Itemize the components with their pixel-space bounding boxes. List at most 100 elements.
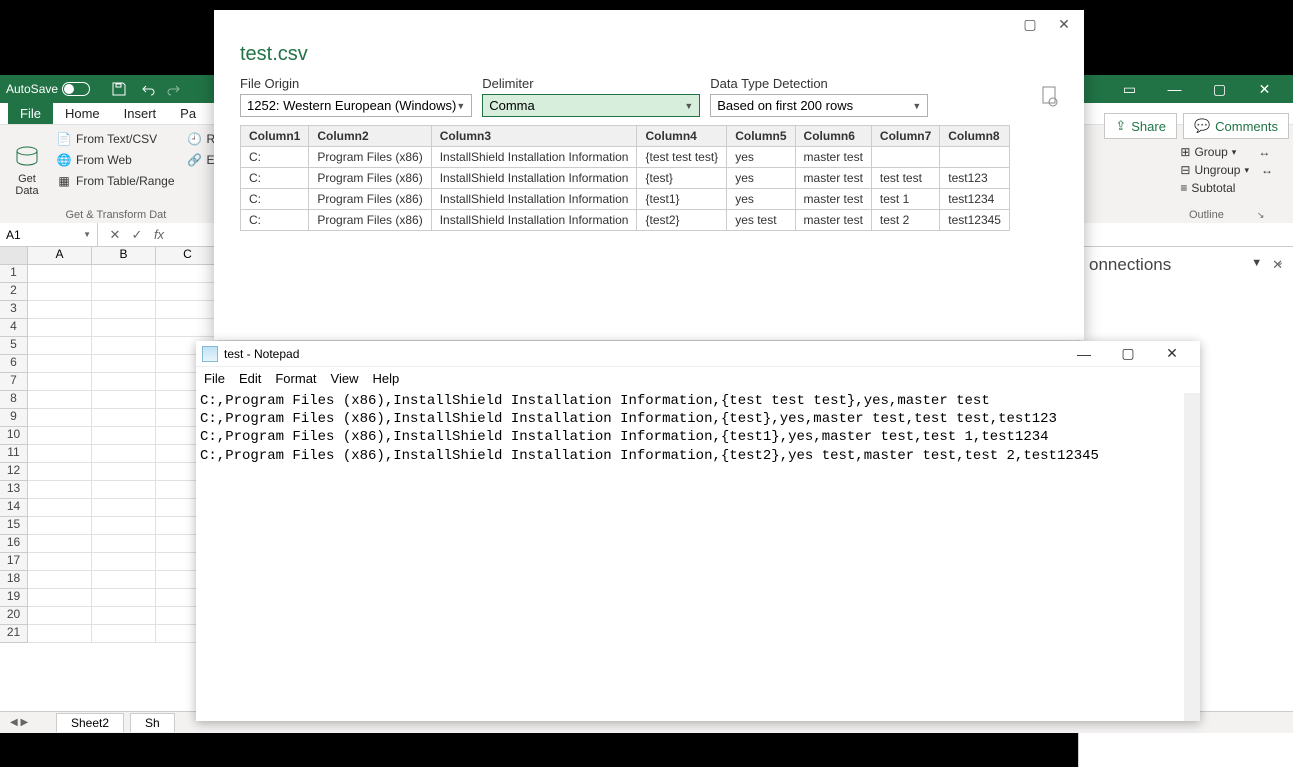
row-header[interactable]: 21 [0, 625, 28, 643]
row-header[interactable]: 10 [0, 427, 28, 445]
enter-formula-icon[interactable]: ✓ [126, 227, 148, 243]
row-header[interactable]: 15 [0, 517, 28, 535]
cell[interactable] [92, 589, 156, 607]
cell[interactable] [92, 553, 156, 571]
subtotal-button[interactable]: ≡Subtotal [1180, 179, 1273, 197]
from-text-csv-button[interactable]: 📄From Text/CSV [52, 129, 179, 149]
cancel-formula-icon[interactable]: ✕ [104, 227, 126, 243]
row-header[interactable]: 7 [0, 373, 28, 391]
notepad-menu-format[interactable]: Format [275, 371, 316, 386]
notepad-menu-file[interactable]: File [204, 371, 225, 386]
detection-select[interactable]: Based on first 200 rows▼ [710, 94, 928, 117]
cell[interactable] [28, 355, 92, 373]
cell[interactable] [92, 607, 156, 625]
ungroup-button[interactable]: ⊟Ungroup ▾↔ [1180, 161, 1273, 179]
cell[interactable] [28, 409, 92, 427]
notepad-menu-edit[interactable]: Edit [239, 371, 261, 386]
cell[interactable] [92, 409, 156, 427]
row-header[interactable]: 14 [0, 499, 28, 517]
save-icon[interactable] [108, 79, 130, 99]
cell[interactable] [156, 283, 220, 301]
preview-column-header[interactable]: Column3 [431, 126, 637, 147]
cell[interactable] [28, 625, 92, 643]
sheet-tab-partial[interactable]: Sh [130, 713, 175, 732]
cell[interactable] [28, 337, 92, 355]
preview-column-header[interactable]: Column2 [309, 126, 431, 147]
notepad-titlebar[interactable]: test - Notepad — ▢ ✕ [196, 341, 1200, 367]
pa-tab[interactable]: Pa [168, 103, 208, 124]
row-header[interactable]: 3 [0, 301, 28, 319]
expand-formula-bar-icon[interactable]: ⌄ [1271, 253, 1289, 271]
delimiter-select[interactable]: Comma▼ [482, 94, 700, 117]
column-header[interactable]: A [28, 247, 92, 265]
cell[interactable] [156, 319, 220, 337]
preview-column-header[interactable]: Column6 [795, 126, 871, 147]
minimize-icon[interactable]: — [1152, 75, 1197, 103]
cell[interactable] [92, 355, 156, 373]
notepad-textarea[interactable]: C:,Program Files (x86),InstallShield Ins… [196, 390, 1200, 721]
notepad-menu-help[interactable]: Help [372, 371, 399, 386]
cell[interactable] [92, 265, 156, 283]
row-header[interactable]: 19 [0, 589, 28, 607]
notepad-minimize-icon[interactable]: — [1062, 346, 1106, 362]
notepad-scrollbar[interactable] [1184, 393, 1200, 721]
cell[interactable] [92, 301, 156, 319]
group-button[interactable]: ⊞Group ▾↔ [1180, 143, 1273, 161]
row-header[interactable]: 2 [0, 283, 28, 301]
autosave-toggle[interactable]: AutoSave [6, 82, 90, 96]
redo-icon[interactable] [164, 79, 186, 99]
preview-column-header[interactable]: Column1 [241, 126, 309, 147]
notepad-menu-view[interactable]: View [331, 371, 359, 386]
cell[interactable] [28, 499, 92, 517]
cell[interactable] [156, 265, 220, 283]
cell[interactable] [28, 517, 92, 535]
preview-column-header[interactable]: Column4 [637, 126, 727, 147]
sheet-tab[interactable]: Sheet2 [56, 713, 124, 732]
row-header[interactable]: 11 [0, 445, 28, 463]
cell[interactable] [28, 607, 92, 625]
cell[interactable] [28, 319, 92, 337]
cell[interactable] [28, 445, 92, 463]
cell[interactable] [92, 283, 156, 301]
file-tab[interactable]: File [8, 103, 53, 124]
get-data-button[interactable]: Get Data [6, 129, 48, 209]
cell[interactable] [92, 625, 156, 643]
cell[interactable] [92, 391, 156, 409]
cell[interactable] [92, 445, 156, 463]
row-header[interactable]: 9 [0, 409, 28, 427]
cell[interactable] [92, 481, 156, 499]
dialog-close-icon[interactable]: ✕ [1054, 16, 1074, 33]
cell[interactable] [28, 553, 92, 571]
cell[interactable] [92, 337, 156, 355]
comments-button[interactable]: 💬Comments [1183, 113, 1289, 139]
cell[interactable] [28, 535, 92, 553]
cell[interactable] [28, 301, 92, 319]
cell[interactable] [28, 373, 92, 391]
row-header[interactable]: 1 [0, 265, 28, 283]
cell[interactable] [28, 463, 92, 481]
preview-column-header[interactable]: Column7 [871, 126, 939, 147]
row-header[interactable]: 20 [0, 607, 28, 625]
select-all-cell[interactable] [0, 247, 28, 265]
share-button[interactable]: ⇪Share [1104, 113, 1177, 139]
cell[interactable] [92, 319, 156, 337]
autosave-switch-off[interactable] [62, 82, 90, 96]
row-header[interactable]: 12 [0, 463, 28, 481]
row-header[interactable]: 4 [0, 319, 28, 337]
undo-icon[interactable] [136, 79, 158, 99]
cell[interactable] [28, 283, 92, 301]
sheet-nav[interactable]: ◀ ▶ [0, 717, 50, 728]
row-header[interactable]: 13 [0, 481, 28, 499]
column-header[interactable]: B [92, 247, 156, 265]
from-table-button[interactable]: ▦From Table/Range [52, 171, 179, 191]
row-header[interactable]: 5 [0, 337, 28, 355]
notepad-close-icon[interactable]: ✕ [1150, 345, 1194, 362]
cell[interactable] [28, 571, 92, 589]
ribbon-display-icon[interactable]: ▭ [1107, 75, 1152, 103]
cell[interactable] [28, 427, 92, 445]
cell[interactable] [92, 517, 156, 535]
row-header[interactable]: 6 [0, 355, 28, 373]
home-tab[interactable]: Home [53, 103, 112, 124]
file-origin-select[interactable]: 1252: Western European (Windows)▼ [240, 94, 472, 117]
preview-column-header[interactable]: Column8 [940, 126, 1010, 147]
